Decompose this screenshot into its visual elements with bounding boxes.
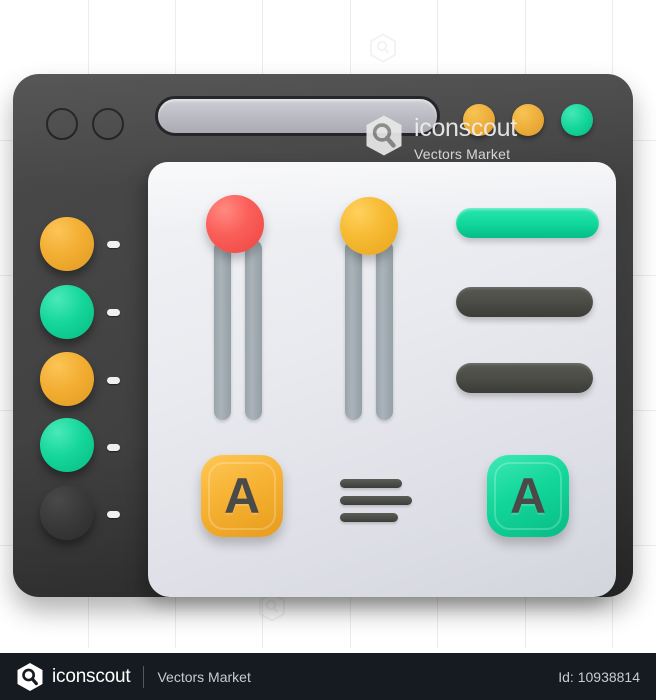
sidebar-dash-3 bbox=[107, 377, 120, 384]
slider-amber-track-b[interactable] bbox=[376, 240, 393, 420]
text-align-line-2[interactable] bbox=[340, 496, 412, 505]
status-dot-amber-1[interactable] bbox=[463, 104, 495, 136]
icon-illustration-canvas: A A iconscout Vectors Market iconscout V… bbox=[0, 0, 656, 700]
sidebar-swatch-5[interactable] bbox=[40, 486, 94, 540]
font-button-orange-glyph: A bbox=[223, 468, 261, 524]
text-align-line-3[interactable] bbox=[340, 513, 398, 522]
window-control-dot-1[interactable] bbox=[46, 108, 78, 140]
footer-brand: iconscout bbox=[52, 665, 131, 687]
option-bar-dark-2[interactable] bbox=[456, 363, 593, 393]
iconscout-hex-logo-icon bbox=[16, 662, 44, 692]
font-button-green-glyph: A bbox=[509, 468, 547, 524]
footer-vendor: Vectors Market bbox=[157, 668, 251, 685]
window-control-dot-2[interactable] bbox=[92, 108, 124, 140]
option-bar-green[interactable] bbox=[456, 208, 599, 238]
sidebar-dash-4 bbox=[107, 444, 120, 451]
text-align-line-1[interactable] bbox=[340, 479, 402, 488]
slider-amber-knob[interactable] bbox=[340, 197, 398, 255]
sidebar-dash-5 bbox=[107, 511, 120, 518]
sidebar-swatch-4[interactable] bbox=[40, 418, 94, 472]
hex-search-watermark-icon bbox=[369, 33, 397, 63]
status-dot-amber-2[interactable] bbox=[512, 104, 544, 136]
option-bar-dark-1[interactable] bbox=[456, 287, 593, 317]
sidebar-dash-2 bbox=[107, 309, 120, 316]
status-dot-green[interactable] bbox=[561, 104, 593, 136]
slider-amber-track-a[interactable] bbox=[345, 240, 362, 420]
sidebar-swatch-1[interactable] bbox=[40, 217, 94, 271]
sidebar-swatch-3[interactable] bbox=[40, 352, 94, 406]
slider-red-track-a[interactable] bbox=[214, 240, 231, 420]
sidebar-swatch-2[interactable] bbox=[40, 285, 94, 339]
search-input[interactable] bbox=[155, 96, 440, 136]
sidebar-dash-1 bbox=[107, 241, 120, 248]
footer-bar: iconscout Vectors Market Id: 10938814 bbox=[0, 653, 656, 700]
footer-divider bbox=[143, 665, 145, 688]
footer-asset-id: Id: 10938814 bbox=[558, 668, 640, 685]
font-button-green[interactable]: A bbox=[487, 455, 569, 537]
slider-red-knob[interactable] bbox=[206, 195, 264, 253]
slider-red-track-b[interactable] bbox=[245, 240, 262, 420]
font-button-orange[interactable]: A bbox=[201, 455, 283, 537]
